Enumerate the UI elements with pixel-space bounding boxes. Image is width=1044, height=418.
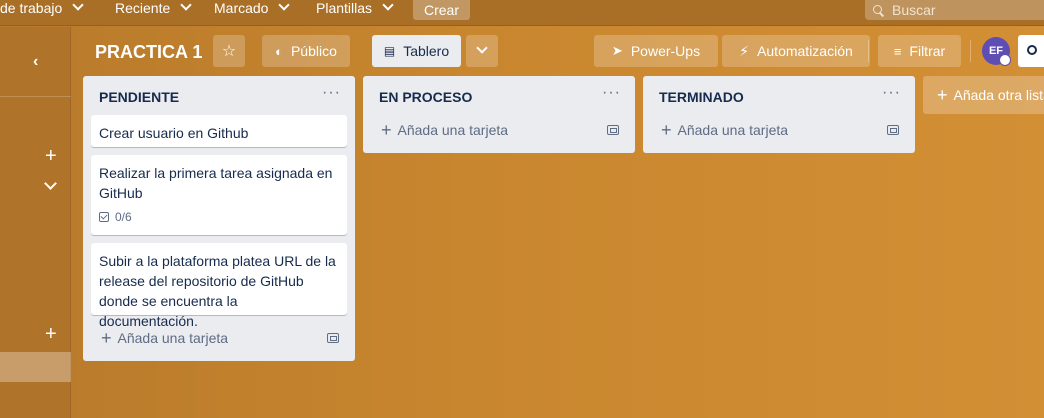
recent-menu[interactable]: Reciente xyxy=(115,0,192,16)
add-card-label: Añada una tarjeta xyxy=(117,330,229,346)
list-menu-icon[interactable]: ··· xyxy=(322,84,341,102)
power-ups-button[interactable]: ➤ Power-Ups xyxy=(594,35,718,67)
filter-button[interactable]: ≡ Filtrar xyxy=(878,35,961,67)
workspaces-menu[interactable]: de trabajo xyxy=(0,0,84,16)
lightning-icon: ⚡ xyxy=(739,42,750,59)
workspaces-label: de trabajo xyxy=(0,0,63,16)
plus-icon: + xyxy=(381,120,392,140)
automation-button[interactable]: ⚡ Automatización xyxy=(722,35,870,67)
filter-label: Filtrar xyxy=(909,43,946,59)
search-input[interactable]: Buscar xyxy=(865,0,1044,20)
view-label: Tablero xyxy=(403,43,450,59)
board-icon: ▤ xyxy=(383,44,396,58)
header-divider xyxy=(868,40,869,62)
plus-icon: + xyxy=(937,84,948,105)
card[interactable]: Crear usuario en Github xyxy=(91,115,347,147)
create-button[interactable]: Crear xyxy=(413,0,470,20)
rocket-icon: ➤ xyxy=(611,43,623,58)
card-title: Realizar la primera tarea asignada en Gi… xyxy=(99,165,333,201)
chevron-down-icon xyxy=(278,0,291,11)
visibility-button[interactable]: ◐ Público xyxy=(262,35,350,67)
list-en-proceso: EN PROCESO ··· + Añada una tarjeta xyxy=(363,76,635,153)
list-title[interactable]: EN PROCESO xyxy=(379,89,472,105)
add-member-icon xyxy=(1027,45,1037,55)
star-icon: ☆ xyxy=(221,43,237,60)
globe-icon: ◐ xyxy=(275,43,283,59)
board-title[interactable]: PRACTICA 1 xyxy=(95,42,202,63)
chevron-down-icon xyxy=(72,0,84,11)
starred-label: Marcado xyxy=(214,0,269,16)
admin-badge-icon xyxy=(999,54,1011,66)
card[interactable]: Subir a la plataforma platea URL de la r… xyxy=(91,243,347,329)
chevron-down-icon[interactable] xyxy=(44,177,57,190)
list-menu-icon[interactable]: ··· xyxy=(602,84,621,102)
list-menu-icon[interactable]: ··· xyxy=(882,84,901,102)
card-template-icon[interactable] xyxy=(327,333,339,343)
add-card-label: Añada una tarjeta xyxy=(397,122,509,138)
add-card-button[interactable]: + Añada una tarjeta xyxy=(661,121,788,139)
add-icon[interactable]: + xyxy=(45,146,57,166)
add-list-label: Añada otra lista xyxy=(953,87,1044,103)
power-ups-label: Power-Ups xyxy=(630,43,701,59)
plus-icon: + xyxy=(661,120,672,140)
add-board-icon[interactable]: + xyxy=(45,324,57,344)
list-title[interactable]: TERMINADO xyxy=(659,89,744,105)
starred-menu[interactable]: Marcado xyxy=(214,0,291,16)
list-title[interactable]: PENDIENTE xyxy=(99,89,179,105)
visibility-label: Público xyxy=(290,43,337,59)
filter-icon: ≡ xyxy=(893,43,902,59)
star-board-button[interactable]: ☆ xyxy=(213,35,245,67)
add-list-button[interactable]: + Añada otra lista xyxy=(923,76,1044,114)
search-icon xyxy=(873,4,884,16)
sidebar-item-active-board[interactable] xyxy=(0,352,71,382)
checklist-icon xyxy=(99,212,109,222)
header-divider xyxy=(970,40,971,62)
view-switcher-button[interactable] xyxy=(466,35,498,67)
card-title: Subir a la plataforma platea URL de la r… xyxy=(99,253,336,329)
card-template-icon[interactable] xyxy=(887,125,899,135)
add-card-button[interactable]: + Añada una tarjeta xyxy=(101,329,228,347)
recent-label: Reciente xyxy=(115,0,171,16)
plus-icon: + xyxy=(101,328,112,348)
templates-menu[interactable]: Plantillas xyxy=(316,0,394,16)
checklist-count: 0/6 xyxy=(115,210,132,224)
list-pendiente: PENDIENTE ··· Crear usuario en Github Re… xyxy=(83,76,355,361)
card-title: Crear usuario en Github xyxy=(99,125,249,141)
top-navigation-bar: de trabajo Reciente Marcado Plantillas C… xyxy=(0,0,1044,26)
add-card-button[interactable]: + Añada una tarjeta xyxy=(381,121,508,139)
automation-label: Automatización xyxy=(757,43,853,59)
chevron-down-icon xyxy=(476,42,488,54)
card[interactable]: Realizar la primera tarea asignada en Gi… xyxy=(91,155,347,235)
chevron-down-icon xyxy=(180,0,192,11)
checklist-badge: 0/6 xyxy=(99,207,339,227)
workspace-sidebar: ‹ + + xyxy=(0,27,71,418)
search-placeholder: Buscar xyxy=(892,2,936,18)
add-card-label: Añada una tarjeta xyxy=(677,122,789,138)
collapse-sidebar-icon[interactable]: ‹ xyxy=(33,53,38,71)
templates-label: Plantillas xyxy=(316,0,373,16)
board-view-button[interactable]: ▤ Tablero xyxy=(372,35,461,67)
sidebar-divider xyxy=(0,96,71,97)
chevron-down-icon xyxy=(382,0,394,11)
card-template-icon[interactable] xyxy=(607,125,619,135)
list-terminado: TERMINADO ··· + Añada una tarjeta xyxy=(643,76,915,153)
